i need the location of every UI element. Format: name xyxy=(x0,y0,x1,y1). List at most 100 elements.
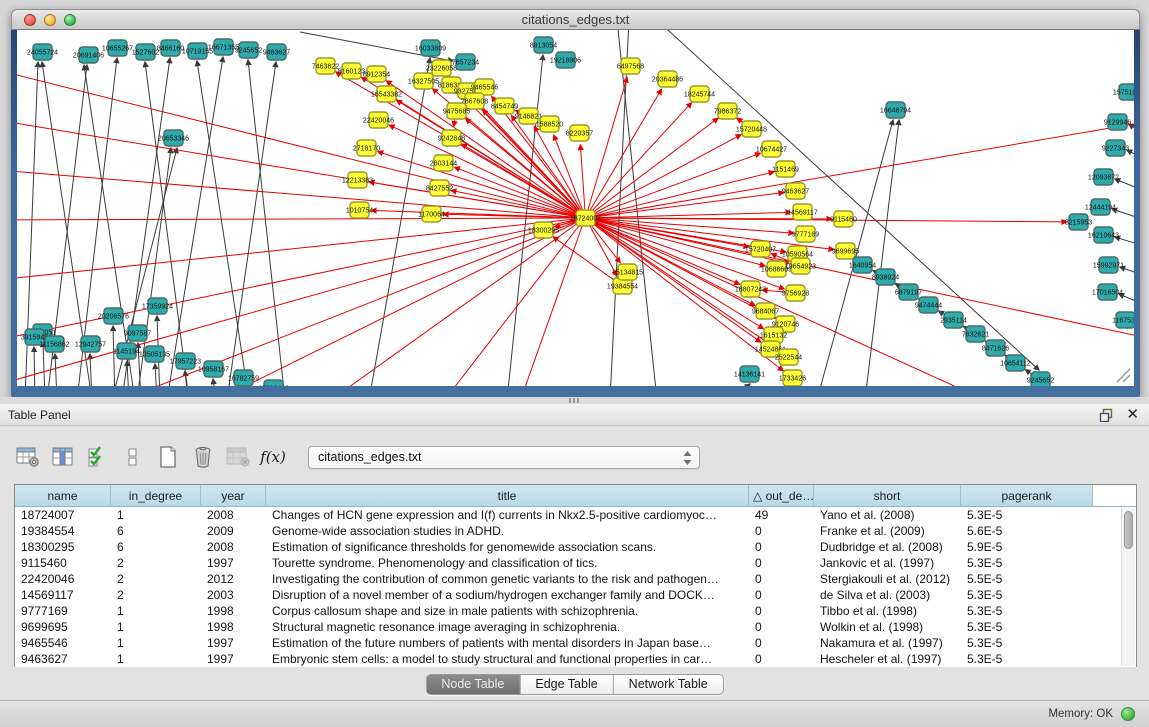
table-cell[interactable]: 6 xyxy=(111,523,201,539)
table-cell[interactable]: 22420046 xyxy=(15,571,111,587)
graph-node[interactable]: 9097587 xyxy=(124,325,151,341)
graph-node[interactable]: 16782759 xyxy=(228,370,259,386)
table-cell[interactable]: 19384554 xyxy=(15,523,111,539)
graph-node[interactable]: 9684067 xyxy=(752,303,779,319)
graph-node[interactable]: 9463627 xyxy=(782,183,809,199)
table-source-select[interactable]: citations_edges.txt xyxy=(308,446,700,469)
table-cell[interactable]: 9699695 xyxy=(15,619,111,635)
table-cell[interactable]: 1997 xyxy=(201,555,266,571)
graph-edge[interactable] xyxy=(17,70,585,218)
minimize-window-icon[interactable] xyxy=(44,14,56,26)
graph-node[interactable]: 10674427 xyxy=(756,141,787,157)
table-cell[interactable]: 0 xyxy=(749,539,814,555)
table-cell[interactable]: de Silva et al. (2003) xyxy=(814,587,961,603)
graph-edge[interactable] xyxy=(594,220,765,266)
table-cell[interactable]: 2 xyxy=(111,571,201,587)
table-cell[interactable]: 2008 xyxy=(201,507,266,523)
table-cell[interactable]: 0 xyxy=(749,603,814,619)
table-cell[interactable]: 5.3E-5 xyxy=(961,507,1093,523)
graph-node[interactable]: 9115460 xyxy=(830,211,857,227)
graph-edge[interactable] xyxy=(127,361,129,386)
graph-node[interactable]: 1733426 xyxy=(779,370,806,386)
table-cell[interactable]: 1 xyxy=(111,619,201,635)
show-columns-button[interactable] xyxy=(49,444,77,470)
graph-edge[interactable] xyxy=(592,103,692,212)
select-all-button[interactable] xyxy=(84,444,112,470)
graph-node[interactable]: 1145194 xyxy=(113,343,140,359)
table-cell[interactable]: 1998 xyxy=(201,603,266,619)
graph-node[interactable]: 9129946 xyxy=(1104,114,1131,130)
graph-edge[interactable] xyxy=(717,384,750,386)
graph-node[interactable]: 20691406 xyxy=(73,47,104,63)
graph-edge[interactable] xyxy=(554,135,582,209)
split-divider[interactable] xyxy=(0,397,1149,404)
graph-node[interactable]: 6497568 xyxy=(617,58,644,74)
table-cell[interactable]: Nakamura et al. (1997) xyxy=(814,635,961,651)
table-cell[interactable]: Genome-wide association studies in ADHD. xyxy=(266,523,749,539)
graph-edge[interactable] xyxy=(585,120,1134,218)
graph-node[interactable]: 1588520 xyxy=(536,116,563,132)
graph-node[interactable]: 1640954 xyxy=(849,257,876,273)
table-cell[interactable]: 2003 xyxy=(201,587,266,603)
graph-node[interactable]: 12444194 xyxy=(1085,199,1116,215)
graph-edge[interactable] xyxy=(167,57,223,386)
graph-edge[interactable] xyxy=(17,218,585,385)
table-vertical-scrollbar[interactable] xyxy=(1121,508,1135,666)
table-cell[interactable]: 0 xyxy=(749,587,814,603)
table-cell[interactable]: 5.3E-5 xyxy=(961,635,1093,651)
graph-node[interactable]: 8471626 xyxy=(982,340,1009,356)
table-row[interactable]: 911546021997Tourette syndrome. Phenomeno… xyxy=(15,555,1136,571)
graph-edge[interactable] xyxy=(580,145,585,209)
table-cell[interactable]: 1 xyxy=(111,651,201,667)
function-builder-button[interactable]: f(x) xyxy=(259,444,287,470)
graph-node[interactable]: 10654112 xyxy=(1000,355,1031,371)
table-cell[interactable]: Jankovic et al. (1997) xyxy=(814,555,961,571)
graph-node[interactable]: 8220357 xyxy=(566,125,593,141)
graph-node[interactable]: 20653346 xyxy=(158,130,189,146)
table-cell[interactable]: 9115460 xyxy=(15,555,111,571)
destroy-table-button[interactable] xyxy=(224,444,252,470)
graph-edge[interactable] xyxy=(593,135,740,214)
column-header-title[interactable]: title xyxy=(266,485,749,507)
graph-node[interactable]: 9245652 xyxy=(1027,372,1054,386)
table-row[interactable]: 946554611997Estimation of the future num… xyxy=(15,635,1136,651)
column-header-name[interactable]: name xyxy=(15,485,111,507)
table-cell[interactable]: 5.3E-5 xyxy=(961,603,1093,619)
graph-node[interactable]: 7632621 xyxy=(962,326,989,342)
table-cell[interactable]: Estimation of the future numbers of pati… xyxy=(266,635,749,651)
table-cell[interactable]: Stergiakouli et al. (2012) xyxy=(814,571,961,587)
graph-edge[interactable] xyxy=(34,347,35,386)
graph-edge[interactable] xyxy=(657,30,1039,370)
resize-grip-icon[interactable] xyxy=(1117,369,1130,382)
table-cell[interactable]: Changes of HCN gene expression and I(f) … xyxy=(266,507,749,523)
table-cell[interactable]: Structural magnetic resonance image aver… xyxy=(266,619,749,635)
graph-edge[interactable] xyxy=(17,218,585,280)
graph-edge[interactable] xyxy=(213,379,216,386)
column-header-year[interactable]: year xyxy=(201,485,266,507)
table-cell[interactable]: 2012 xyxy=(201,571,266,587)
table-cell[interactable]: 1 xyxy=(111,603,201,619)
graph-node[interactable]: 8454749 xyxy=(491,98,518,114)
table-cell[interactable]: 1998 xyxy=(201,619,266,635)
graph-node[interactable]: 14569117 xyxy=(787,204,818,220)
table-row[interactable]: 1830029562008Estimation of significance … xyxy=(15,539,1136,555)
graph-edge[interactable] xyxy=(1115,179,1134,196)
graph-node[interactable]: 7857234 xyxy=(452,54,479,70)
table-cell[interactable]: 5.6E-5 xyxy=(961,523,1093,539)
table-cell[interactable]: 1997 xyxy=(201,651,266,667)
table-cell[interactable]: 5.3E-5 xyxy=(961,555,1093,571)
table-cell[interactable]: 0 xyxy=(749,555,814,571)
table-cell[interactable]: 2 xyxy=(111,587,201,603)
divider-grip-icon[interactable] xyxy=(569,398,579,403)
graph-node[interactable]: 20364486 xyxy=(652,71,683,87)
graph-node[interactable]: 9245652 xyxy=(235,42,262,58)
table-cell[interactable]: 0 xyxy=(749,619,814,635)
table-row[interactable]: 1872400712008Changes of HCN gene express… xyxy=(15,507,1136,523)
table-cell[interactable]: Tibbo et al. (1998) xyxy=(814,603,961,619)
new-table-button[interactable] xyxy=(154,444,182,470)
graph-edge[interactable] xyxy=(17,218,585,220)
table-row[interactable]: 977716911998Corpus callosum shape and si… xyxy=(15,603,1136,619)
graph-node[interactable]: 9227343 xyxy=(1102,140,1129,156)
table-cell[interactable]: 9463627 xyxy=(15,651,111,667)
graph-node[interactable]: 12923446 xyxy=(258,380,289,386)
